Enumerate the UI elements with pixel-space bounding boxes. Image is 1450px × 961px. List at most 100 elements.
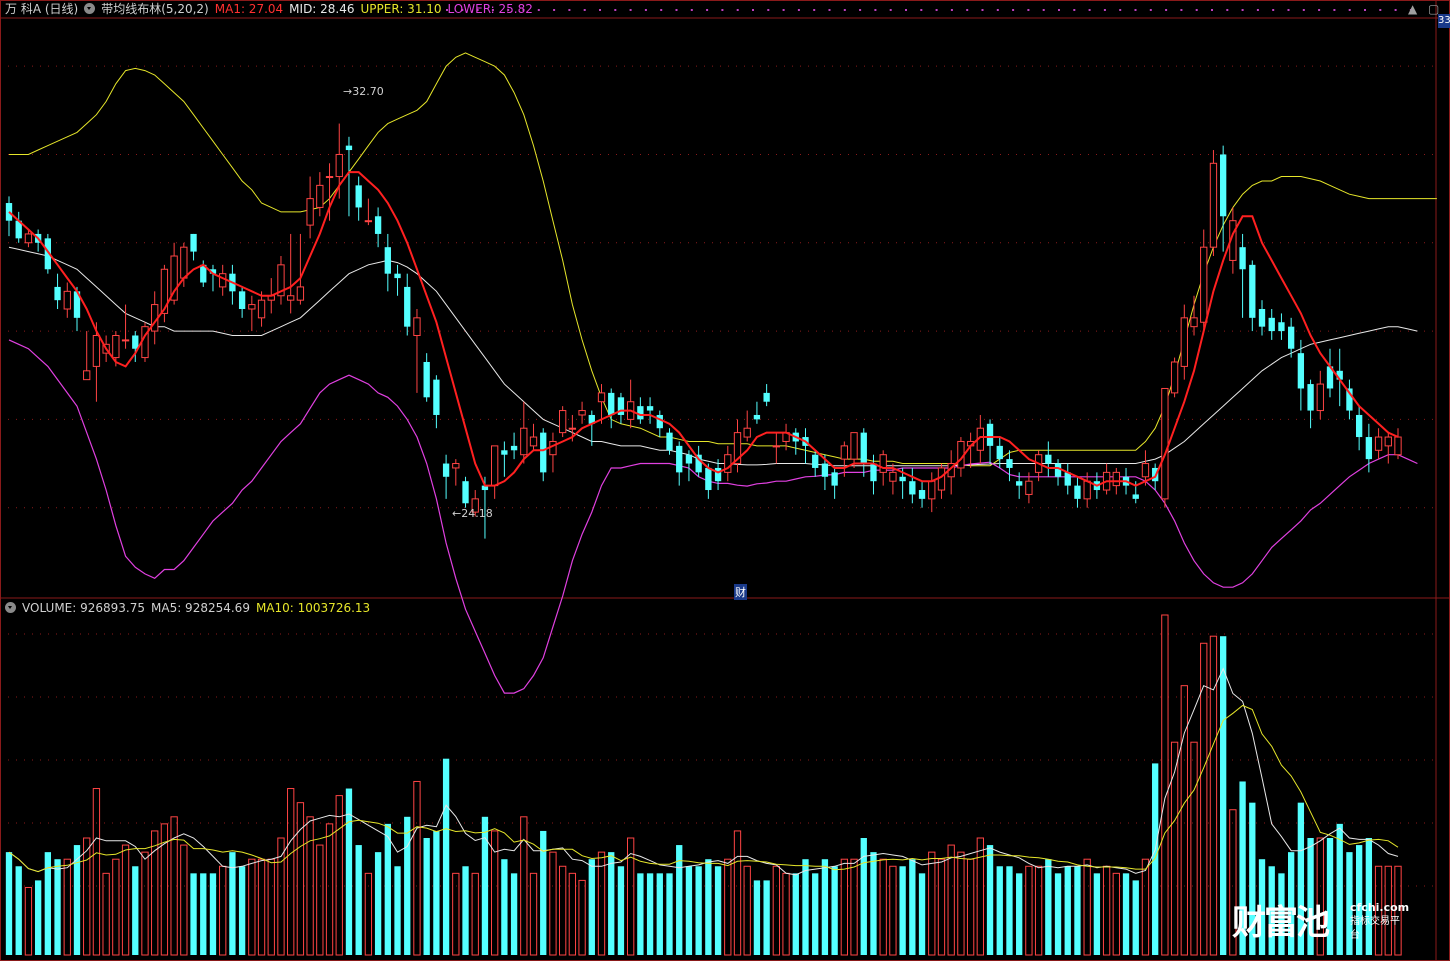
candle-body-down [1297, 353, 1305, 389]
candle-body-up [743, 427, 751, 438]
volume-bar-up [316, 844, 324, 956]
candle-body-up [24, 233, 33, 244]
volume-bar-down [909, 859, 916, 955]
volume-bar-down [714, 866, 722, 955]
volume-bar-down [462, 866, 469, 955]
top-dot-marker [1302, 9, 1305, 11]
candle-body-down [1287, 326, 1295, 349]
event-marker[interactable]: 财 [734, 584, 747, 600]
watermark-domain: cfchi.com [1350, 901, 1410, 914]
top-dot-marker [797, 9, 800, 11]
candle-body-up [180, 246, 188, 279]
volume-bar-down [588, 859, 595, 955]
volume-ma10-line [8, 704, 1399, 873]
candle-body-up [248, 304, 256, 310]
up-arrow-icon[interactable]: ▲ [1408, 2, 1417, 16]
volume-bar-up [743, 865, 751, 956]
candle-body-down [345, 145, 353, 151]
candle-body-down [1045, 454, 1052, 464]
candle-body-up [772, 445, 781, 448]
volume-menu-icon[interactable] [5, 602, 16, 613]
volume-bar-up [1083, 858, 1091, 956]
volume-bar-down [1152, 763, 1159, 955]
candle-body-up [928, 480, 936, 500]
volume-bar-up [83, 837, 91, 956]
volume-bar-down [792, 873, 799, 955]
volume-bar-down [5, 852, 13, 955]
top-dot-marker [1195, 9, 1198, 11]
top-dot-marker [1256, 9, 1259, 11]
top-dot-marker [675, 9, 678, 11]
candle-body-down [1268, 317, 1275, 332]
top-dot-marker [1394, 9, 1397, 11]
candle-body-down [384, 247, 391, 274]
candle-body-down [1249, 264, 1256, 318]
volume-bar-down [860, 838, 867, 955]
volume-bar-up [597, 851, 606, 956]
candle-body-up [520, 427, 528, 456]
volume-bar-down [1074, 866, 1081, 955]
watermark: 财富池 cfchi.com 指标交易平台 [1232, 895, 1409, 944]
candle-body-up [306, 198, 314, 226]
volume-bar-up [520, 816, 528, 956]
volume-bar-down [763, 880, 770, 955]
volume-bar-down [831, 866, 838, 955]
candle-body-down [1220, 154, 1227, 217]
candle-body-up [1161, 387, 1169, 500]
lower-band-line [8, 339, 1418, 694]
volume-bar-up [568, 872, 577, 956]
candle-body-down [394, 273, 401, 279]
volume-bar-up [325, 823, 334, 956]
volume-bar-up [850, 858, 858, 956]
candle-body-up [1083, 480, 1091, 500]
top-dot-marker [583, 9, 586, 11]
volume-bar-up [529, 872, 538, 956]
volume-bar-down [510, 873, 518, 955]
candle-body-up [491, 445, 499, 487]
candle-body-up [1180, 317, 1188, 367]
volume-bar-down [821, 859, 829, 955]
top-dot-marker [843, 9, 846, 11]
volume-bar-up [335, 795, 343, 956]
candle-body-up [1200, 246, 1208, 323]
candle-body-up [1316, 383, 1324, 412]
candle-body-up [364, 220, 373, 223]
volume-bar-down [190, 873, 197, 955]
volume-bar-up [976, 837, 984, 956]
top-dot-marker [1134, 9, 1137, 11]
chart-canvas [0, 0, 1450, 961]
top-dot-marker [1073, 9, 1076, 11]
volume-bar-up [937, 858, 946, 956]
candle-body-down [54, 286, 61, 301]
candle-body-up [1170, 361, 1179, 394]
ma1-value: MA1: 27.04 [214, 2, 284, 16]
candle-body-down [404, 286, 411, 327]
candle-body-up [1384, 436, 1392, 447]
volume-bar-up [772, 865, 781, 956]
volume-bar-up [1102, 865, 1111, 956]
volume-bar-down [423, 838, 430, 955]
top-dot-marker [920, 9, 923, 11]
candle-body-down [812, 454, 819, 468]
indicator-menu-icon[interactable] [84, 3, 96, 14]
candle-body-down [423, 361, 430, 398]
top-dot-marker [1149, 9, 1152, 11]
volume-bar-down [355, 845, 362, 955]
volume-bar-down [666, 873, 673, 955]
top-dot-marker [752, 9, 754, 11]
volume-bar-down [238, 866, 246, 955]
volume-bar-up [102, 872, 110, 956]
volume-bar-up [180, 844, 188, 956]
top-dot-marker [767, 9, 770, 11]
volume-bar-down [442, 758, 450, 955]
volume-bar-down [1006, 866, 1013, 955]
stock-name[interactable]: 万 科A (日线) [5, 2, 78, 16]
indicator-name[interactable]: 带均线布林(5,20,2) [101, 2, 209, 16]
candle-body-up [568, 427, 577, 430]
volume-bar-down [646, 873, 654, 955]
volume-bar-down [617, 866, 625, 955]
candle-body-down [637, 406, 644, 420]
top-dot-marker [706, 9, 709, 11]
candle-body-up [121, 339, 130, 342]
top-dot-marker [966, 9, 969, 11]
